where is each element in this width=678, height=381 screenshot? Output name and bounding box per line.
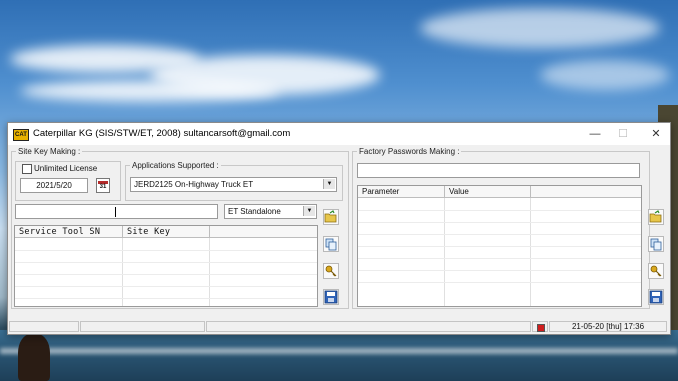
grid-line [122,238,123,306]
column-header-value[interactable]: Value [445,186,531,198]
date-field[interactable]: 2021/5/20 [20,178,88,193]
grid-line [530,198,531,306]
unlimited-license-checkbox[interactable] [22,164,32,174]
open-folder-button[interactable] [323,209,339,225]
copy-icon [325,238,337,251]
status-panel [206,321,531,332]
status-datetime: 21-05-20 [thu] 17:36 [549,321,667,332]
cloud [540,60,670,90]
applications-legend: Applications Supported : [132,161,219,170]
factory-open-folder-button[interactable] [648,209,664,225]
mode-select-value: ET Standalone [228,207,281,216]
save-disk-icon [324,290,338,304]
factory-password-input[interactable] [357,163,640,178]
grid-line [358,258,641,259]
chevron-down-icon: ▼ [303,206,315,216]
grid-line [444,198,445,306]
unlimited-license-label: Unlimited License [34,164,98,173]
grid-line [15,286,317,287]
status-bar: 21-05-20 [thu] 17:36 [8,319,670,334]
app-window: CAT Caterpillar KG (SIS/STW/ET, 2008) su… [7,122,671,335]
grid-line [15,298,317,299]
save-disk-icon [649,290,663,304]
grid-line [358,234,641,235]
chevron-down-icon: ▼ [323,179,335,189]
factory-passwords-legend: Factory Passwords Making : [359,147,460,156]
grid-line [358,270,641,271]
keys-icon [650,265,662,277]
status-panel [80,321,205,332]
application-select[interactable]: JERD2125 On-Highway Truck ET ▼ [130,177,337,192]
factory-password-table[interactable]: Parameter Value [357,185,642,307]
factory-copy-button[interactable] [648,236,664,252]
copy-icon [650,238,662,251]
column-header-empty [210,226,317,238]
grid-line [358,282,641,283]
grid-line [209,238,210,306]
status-indicator-icon [537,324,545,332]
app-icon: CAT [13,129,29,141]
text-cursor [115,207,116,217]
maximize-icon[interactable]: ☐ [612,126,634,142]
column-header-service-tool-sn[interactable]: Service Tool SN [15,226,123,238]
open-folder-icon [324,210,337,223]
keys-button[interactable] [323,263,339,279]
mode-select[interactable]: ET Standalone ▼ [224,204,317,219]
site-key-table[interactable]: Service Tool SN Site Key [14,225,318,307]
calendar-icon: 31 [98,181,108,193]
site-key-legend: Site Key Making : [18,147,81,156]
sea [0,330,678,381]
open-folder-icon [649,210,662,223]
status-panel [9,321,79,332]
status-indicator-panel [532,321,548,332]
title-bar[interactable]: CAT Caterpillar KG (SIS/STW/ET, 2008) su… [8,123,670,145]
cloud [420,8,660,48]
window-title: Caterpillar KG (SIS/STW/ET, 2008) sultan… [33,128,291,139]
copy-button[interactable] [323,236,339,252]
column-header-empty [531,186,641,198]
service-tool-sn-input[interactable] [15,204,218,219]
factory-keys-button[interactable] [648,263,664,279]
column-header-parameter[interactable]: Parameter [358,186,445,198]
close-icon[interactable]: ✕ [645,126,667,142]
grid-line [358,246,641,247]
minimize-icon[interactable]: — [584,126,606,142]
waves [0,348,678,354]
grid-line [15,274,317,275]
factory-save-button[interactable] [648,289,664,305]
cloud [20,80,280,102]
application-select-value: JERD2125 On-Highway Truck ET [134,180,254,189]
calendar-button[interactable]: 31 [96,178,110,193]
grid-line [358,210,641,211]
grid-line [15,262,317,263]
column-header-site-key[interactable]: Site Key [123,226,210,238]
grid-line [358,222,641,223]
save-button[interactable] [323,289,339,305]
keys-icon [325,265,337,277]
person-silhouette [18,334,50,381]
grid-line [15,250,317,251]
